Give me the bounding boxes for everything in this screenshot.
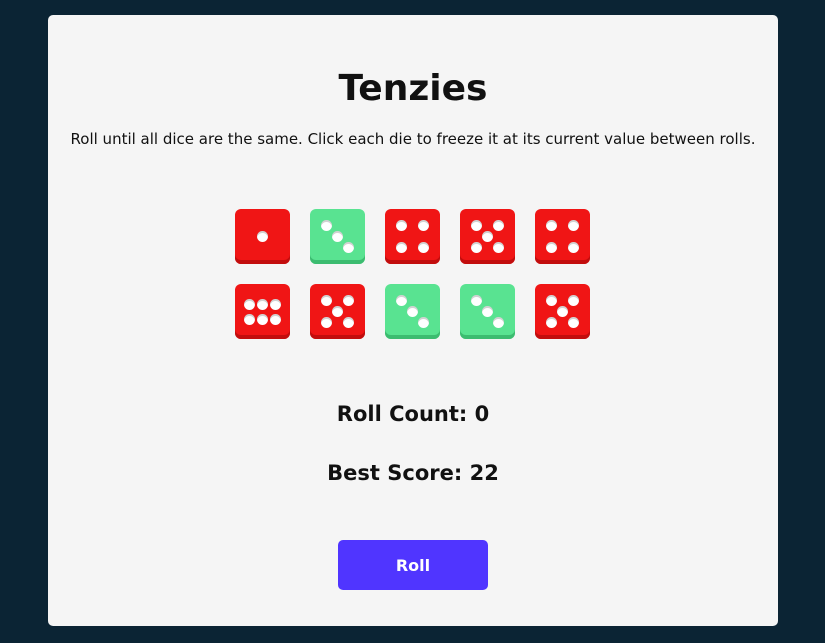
die-pip <box>321 295 332 306</box>
die-pip <box>546 242 557 253</box>
die-pip <box>482 306 493 317</box>
game-instructions: Roll until all dice are the same. Click … <box>70 130 756 148</box>
die-2[interactable] <box>310 209 365 264</box>
die-pip <box>396 242 407 253</box>
die-pip <box>546 220 557 231</box>
die-pip <box>546 295 557 306</box>
game-title: Tenzies <box>338 68 488 109</box>
die-pip <box>257 299 268 310</box>
die-pip <box>493 242 504 253</box>
die-pip <box>493 317 504 328</box>
dice-grid <box>235 209 590 339</box>
die-10[interactable] <box>535 284 590 339</box>
die-pip <box>244 299 255 310</box>
die-pip <box>568 317 579 328</box>
die-pip <box>482 231 493 242</box>
roll-button[interactable]: Roll <box>338 540 488 590</box>
die-6[interactable] <box>235 284 290 339</box>
die-pip <box>321 317 332 328</box>
die-pip <box>471 295 482 306</box>
die-pip <box>343 295 354 306</box>
die-7[interactable] <box>310 284 365 339</box>
die-pip <box>568 295 579 306</box>
die-pip <box>244 314 255 325</box>
die-pip <box>407 306 418 317</box>
die-pip <box>418 242 429 253</box>
die-pip <box>568 242 579 253</box>
die-pip <box>396 220 407 231</box>
die-pip <box>257 231 268 242</box>
die-1[interactable] <box>235 209 290 264</box>
die-pip <box>493 220 504 231</box>
die-pip <box>321 220 332 231</box>
die-3[interactable] <box>385 209 440 264</box>
die-pip <box>418 317 429 328</box>
game-card: Tenzies Roll until all dice are the same… <box>48 15 778 626</box>
die-pip <box>471 220 482 231</box>
die-pip <box>332 306 343 317</box>
die-pip <box>270 314 281 325</box>
die-pip <box>396 295 407 306</box>
die-pip <box>546 317 557 328</box>
best-score: Best Score: 22 <box>327 461 499 485</box>
roll-count: Roll Count: 0 <box>336 402 490 426</box>
die-9[interactable] <box>460 284 515 339</box>
die-pip <box>332 231 343 242</box>
die-pip <box>343 242 354 253</box>
die-pip <box>471 242 482 253</box>
die-5[interactable] <box>535 209 590 264</box>
die-pip <box>257 314 268 325</box>
die-4[interactable] <box>460 209 515 264</box>
die-pip <box>343 317 354 328</box>
die-8[interactable] <box>385 284 440 339</box>
die-pip <box>418 220 429 231</box>
die-pip <box>557 306 568 317</box>
die-pip <box>270 299 281 310</box>
die-pip <box>568 220 579 231</box>
